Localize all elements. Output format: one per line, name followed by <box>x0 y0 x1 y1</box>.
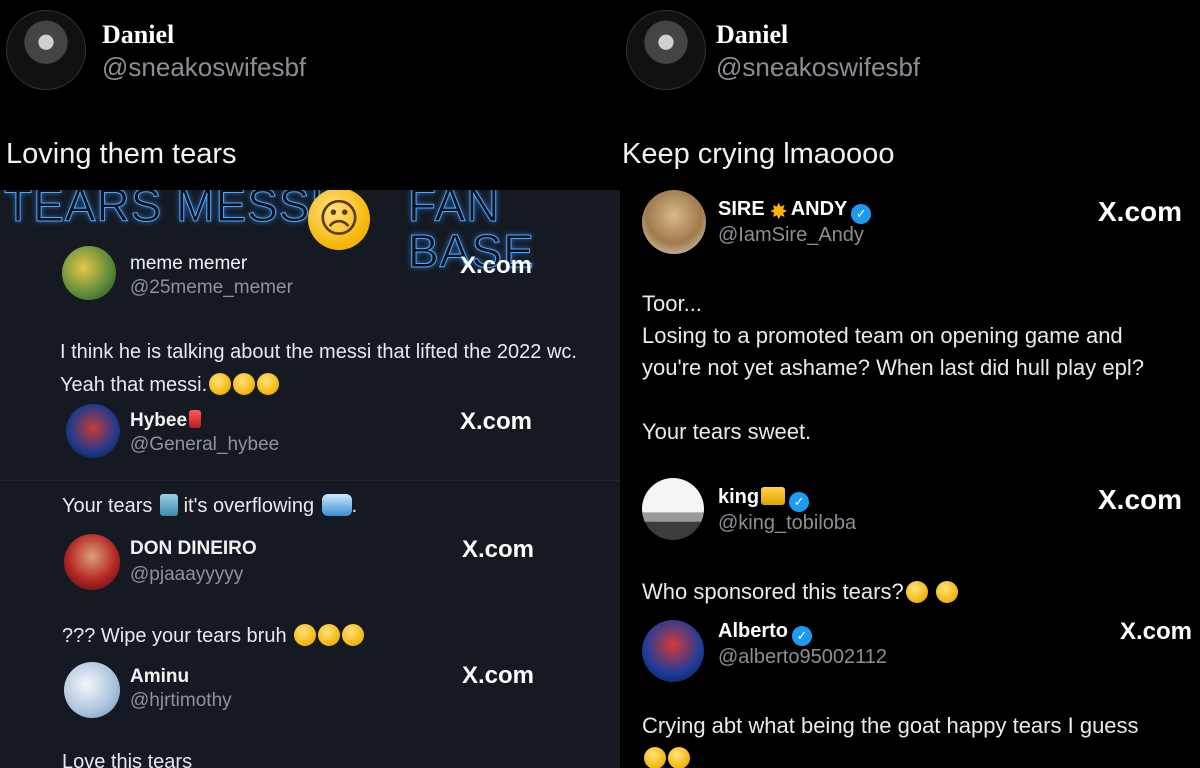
reply-text-content: it's overflowing <box>183 495 315 517</box>
reply-collage-image: TEARS MESSI ☹ FAN BASE meme memer @25mem… <box>0 190 636 768</box>
reply-author-name: Hybee <box>130 410 202 432</box>
post-text: Keep crying lmaoooo <box>622 138 895 170</box>
reply-author-name: king ✓ <box>718 486 810 512</box>
avatar <box>64 534 120 590</box>
right-post: Daniel @sneakoswifesbf Keep crying lmaoo… <box>620 0 1200 768</box>
author-avatar[interactable] <box>626 10 706 90</box>
author-avatar[interactable] <box>6 10 86 90</box>
crown-icon <box>761 487 786 505</box>
tears-of-joy-icon <box>935 581 958 603</box>
reply-author-handle: @25meme_memer <box>130 277 293 298</box>
reply-text: I think he is talking about the messi th… <box>60 336 580 402</box>
reply-text-content: Who sponsored this tears? <box>642 579 904 604</box>
reply-author-handle: @pjaaayyyyy <box>130 564 244 585</box>
x-logo-label: X.com <box>462 536 535 563</box>
x-logo-label: X.com <box>460 408 533 435</box>
divider <box>0 480 636 481</box>
reply-text-content: Crying abt what being the goat happy tea… <box>642 713 1139 738</box>
reply-author-handle: @hjrtimothy <box>130 690 232 711</box>
x-logo-label: X.com <box>1098 484 1183 515</box>
x-logo-label: X.com <box>1120 618 1193 645</box>
verified-badge-icon: ✓ <box>789 492 810 512</box>
avatar <box>642 478 704 540</box>
reply-author-name-text: king <box>718 486 760 508</box>
star-icon: ✸ <box>769 199 788 224</box>
reply-author-name: meme memer <box>130 253 248 274</box>
reply-author-handle: @General_hybee <box>130 434 280 455</box>
reply-text: Who sponsored this tears? <box>642 576 958 608</box>
x-logo-label: X.com <box>460 252 533 279</box>
tears-of-joy-icon <box>644 747 666 768</box>
avatar <box>642 190 706 254</box>
crying-face-icon <box>233 373 256 395</box>
author-handle[interactable]: @sneakoswifesbf <box>716 52 920 83</box>
reply-author-name-text: SIRE <box>718 198 765 220</box>
x-logo-label: X.com <box>462 662 535 689</box>
reply-author-name: DON DINEIRO <box>130 538 257 559</box>
avatar <box>62 246 116 300</box>
banner-text: TEARS MESSI <box>3 190 325 231</box>
verified-badge-icon: ✓ <box>851 204 872 224</box>
reply-author-name-text: Alberto <box>718 620 788 642</box>
reply-text: Love this tears <box>62 751 193 768</box>
reply-text-content: I think he is talking about the messi th… <box>60 341 577 396</box>
author-name[interactable]: Daniel <box>102 20 174 50</box>
right-post-header: Daniel @sneakoswifesbf Keep crying lmaoo… <box>620 0 1200 190</box>
reply-text-content: . <box>351 495 358 517</box>
x-logo-label: X.com <box>1098 196 1183 227</box>
author-name[interactable]: Daniel <box>716 20 788 50</box>
reply-author-name-text: ANDY <box>790 198 848 220</box>
reply-author-name: Alberto ✓ <box>718 620 812 646</box>
left-post-header: Daniel @sneakoswifesbf Loving them tears <box>0 0 636 190</box>
reply-text-content: ??? Wipe your tears bruh <box>62 625 287 647</box>
avatar <box>642 620 704 682</box>
loudly-crying-icon <box>905 581 928 603</box>
reply-text: ??? Wipe your tears bruh <box>62 620 365 653</box>
tears-of-joy-icon <box>668 747 690 768</box>
crying-face-icon <box>209 373 232 395</box>
rolling-laughing-icon <box>294 624 317 646</box>
reply-author-name: SIRE ✸ ANDY ✓ <box>718 198 872 224</box>
wastebasket-icon <box>160 494 178 516</box>
verified-badge-icon: ✓ <box>792 626 812 646</box>
reply-text: Your tears it's overflowing . <box>62 490 357 523</box>
crying-face-icon: ☹ <box>308 190 370 250</box>
reply-author-handle: @alberto95002112 <box>718 646 887 668</box>
reply-text: Crying abt what being the goat happy tea… <box>642 710 1200 768</box>
reply-collage-image: SIRE ✸ ANDY ✓ @IamSire_Andy X.com Toor... L… <box>636 190 1200 768</box>
reply-author-handle: @IamSire_Andy <box>718 224 864 246</box>
cup-icon <box>189 410 202 428</box>
water-wave-icon <box>321 494 352 516</box>
reply-text-content: Your tears <box>62 495 153 517</box>
avatar <box>64 662 120 718</box>
left-post: Daniel @sneakoswifesbf Loving them tears… <box>0 0 636 768</box>
rolling-laughing-icon <box>342 624 365 646</box>
crying-face-icon <box>257 373 280 395</box>
reply-author-name-text: Hybee <box>130 410 188 431</box>
reply-author-name: Aminu <box>130 666 190 687</box>
reply-text: Toor... Losing to a promoted team on ope… <box>642 291 1144 444</box>
reply-author-handle: @king_tobiloba <box>718 512 857 534</box>
rolling-laughing-icon <box>318 624 341 646</box>
avatar <box>66 404 120 458</box>
author-handle[interactable]: @sneakoswifesbf <box>102 52 306 83</box>
post-text: Loving them tears <box>6 138 237 170</box>
